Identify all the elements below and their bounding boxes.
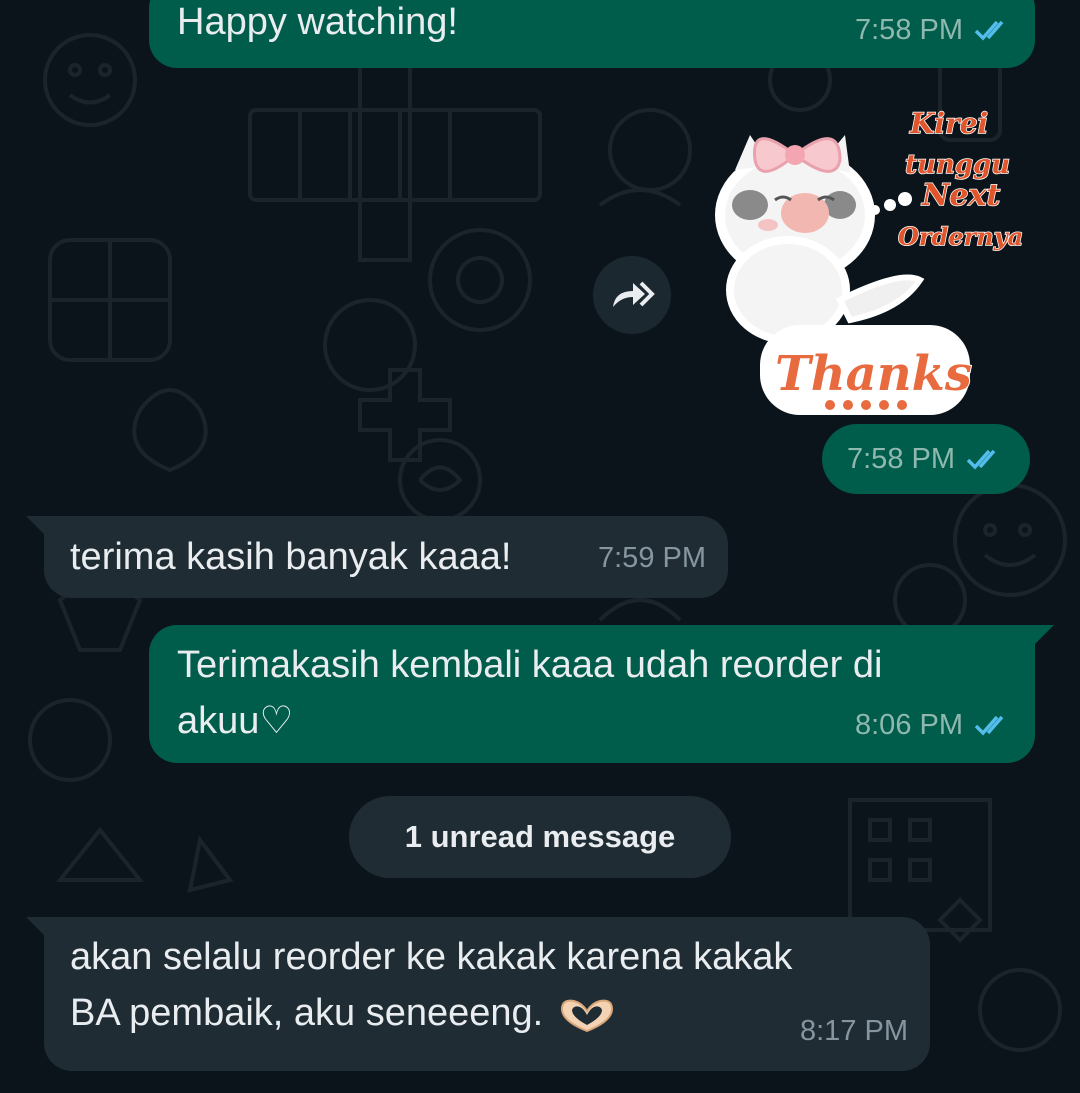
message-time: 7:58 PM <box>855 14 963 46</box>
message-time: 8:17 PM <box>800 1015 908 1047</box>
forward-icon <box>613 281 655 307</box>
bubble-tail <box>1032 625 1054 647</box>
message-bubble-outgoing[interactable]: Terimakasih kembali kaaa udah reorder di… <box>149 625 1035 763</box>
message-meta: 7:58 PM <box>855 2 1013 58</box>
message-time: 7:58 PM <box>847 442 955 475</box>
message-meta: 7:59 PM <box>598 530 706 586</box>
chat-view[interactable]: Happy watching! 7:58 PM Kirei tunggu Nex… <box>0 0 1080 1093</box>
sticker-text-3: Next <box>921 178 1000 213</box>
heart-hands-emoji <box>560 999 613 1033</box>
sticker-message[interactable]: Kirei tunggu Next Ordernya Thanks <box>700 95 1040 425</box>
message-text-line-2-content: BA pembaik, aku seneeeng. <box>70 992 544 1034</box>
double-check-icon <box>974 715 1004 736</box>
message-bubble-outgoing[interactable]: Happy watching! 7:58 PM <box>149 0 1035 68</box>
forward-button[interactable] <box>593 256 671 334</box>
double-check-icon <box>974 20 1004 41</box>
cat-sticker-image: Kirei tunggu Next Ordernya Thanks <box>715 106 1024 415</box>
sticker-time-badge: 7:58 PM <box>822 424 1030 494</box>
message-text-line-2: BA pembaik, aku seneeeng. <box>70 985 904 1041</box>
message-bubble-incoming[interactable]: akan selalu reorder ke kakak karena kaka… <box>44 917 930 1071</box>
message-meta: 8:06 PM <box>855 697 1013 753</box>
message-time: 7:59 PM <box>598 542 706 574</box>
message-bubble-incoming[interactable]: terima kasih banyak kaaa! 7:59 PM <box>44 516 728 598</box>
message-text-line-1: Terimakasih kembali kaaa udah reorder di <box>177 644 883 686</box>
sticker-caption: Thanks <box>775 346 972 402</box>
sticker-text-4: Ordernya <box>898 222 1023 251</box>
sticker-text-2: tunggu <box>905 150 1010 180</box>
message-meta: 8:17 PM <box>800 1003 908 1059</box>
message-time: 8:06 PM <box>855 709 963 741</box>
message-text-line-1: akan selalu reorder ke kakak karena kaka… <box>70 936 793 978</box>
double-check-icon <box>966 449 996 470</box>
sticker-text-1: Kirei <box>909 107 988 140</box>
unread-messages-divider: 1 unread message <box>349 796 731 878</box>
